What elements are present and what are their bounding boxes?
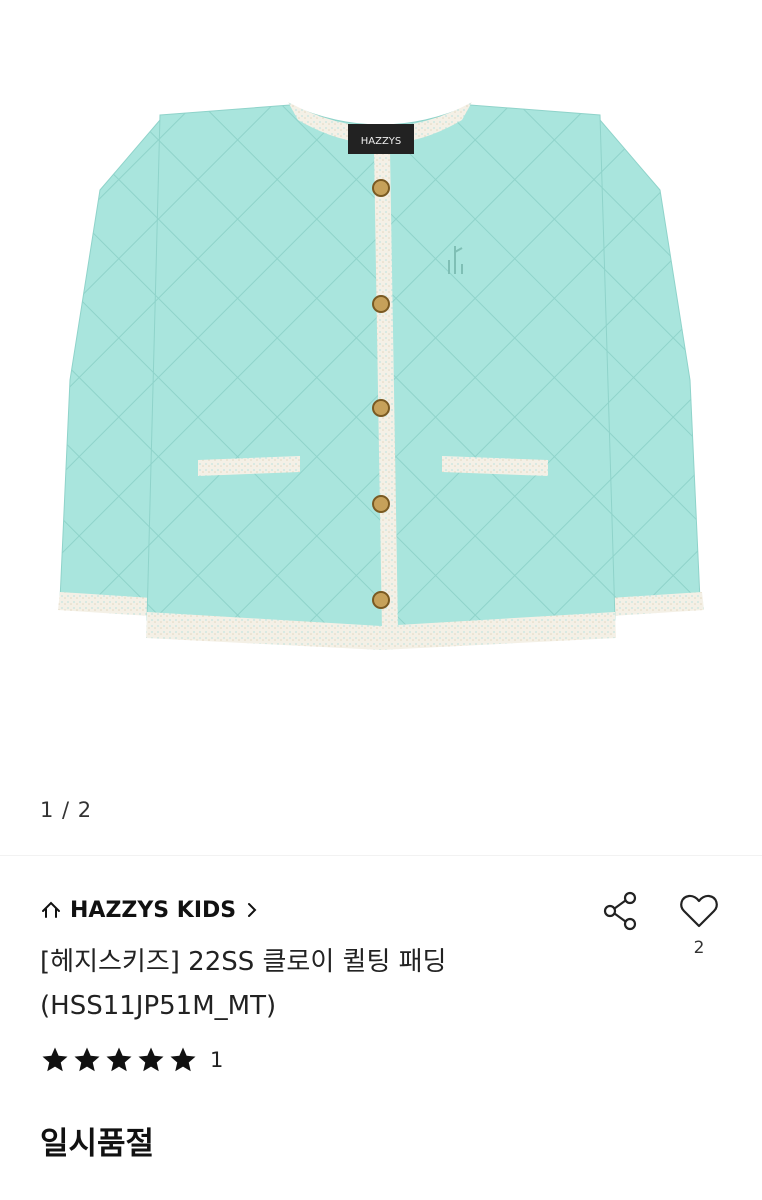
star-icon: [170, 1047, 196, 1072]
home-icon: [42, 901, 60, 918]
product-rating[interactable]: 1: [40, 1040, 223, 1080]
heart-icon: [680, 894, 718, 928]
star-icon: [74, 1047, 100, 1072]
star-icon: [106, 1047, 132, 1072]
brand-link[interactable]: HAZZYS KIDS: [40, 893, 260, 927]
product-title: [헤지스키즈] 22SS 클로이 퀼팅 패딩 (HSS11JP51M_MT): [40, 940, 560, 1028]
product-image: HAZZYS: [58, 102, 704, 650]
share-button[interactable]: [598, 888, 644, 934]
like-button[interactable]: 2: [674, 888, 724, 964]
section-divider: [0, 855, 762, 856]
product-title-line-1: [헤지스키즈] 22SS 클로이 퀼팅 패딩: [40, 947, 447, 977]
chevron-right-icon: [248, 903, 257, 917]
product-image-gallery[interactable]: HAZZYS 1 / 2: [0, 0, 762, 855]
share-icon: [603, 891, 637, 931]
product-title-line-2: (HSS11JP51M_MT): [40, 991, 277, 1021]
star-icon: [42, 1047, 68, 1072]
like-count: 2: [693, 938, 705, 958]
star-icon: [138, 1047, 164, 1072]
stock-status: 일시품절: [40, 1126, 155, 1162]
svg-text:HAZZYS: HAZZYS: [361, 136, 402, 147]
image-page-indicator: 1 / 2: [40, 798, 93, 822]
review-count: 1: [210, 1048, 224, 1072]
brand-name: HAZZYS KIDS: [70, 897, 237, 923]
